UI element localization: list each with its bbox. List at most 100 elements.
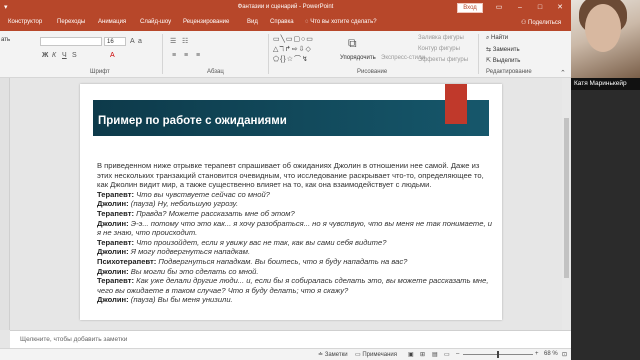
font-name-combo[interactable] xyxy=(40,37,102,46)
speaker-label: Терапевт: xyxy=(97,276,134,286)
dialogue-line: Психотерапевт: Подвергнуться нападкам. В… xyxy=(97,257,492,267)
replace-icon: ⇆ xyxy=(486,47,493,53)
ribbon-display-icon[interactable]: ▭ xyxy=(494,3,504,13)
shrink-font-icon[interactable]: a xyxy=(138,37,142,46)
notes-icon: ≐ xyxy=(318,352,325,358)
font-color-icon[interactable]: A xyxy=(110,51,115,60)
bold-icon[interactable]: Ж xyxy=(42,51,48,60)
scrollbar-thumb[interactable] xyxy=(564,118,569,278)
tab-design[interactable]: Конструктор xyxy=(8,19,42,25)
shape-outline-button[interactable]: Контур фигуры xyxy=(418,46,460,52)
shape-fill-button[interactable]: Заливка фигуры xyxy=(418,35,464,41)
zoom-slider-knob[interactable] xyxy=(497,351,499,358)
normal-view-icon[interactable]: ▣ xyxy=(408,351,414,358)
shape-effects-button[interactable]: Эффекты фигуры xyxy=(418,57,468,63)
person-icon: ⚇ xyxy=(521,20,529,26)
replace-button[interactable]: ⇆ Заменить xyxy=(486,46,520,53)
align-left-icon[interactable]: ≡ xyxy=(172,51,176,60)
grow-font-icon[interactable]: A xyxy=(130,37,135,46)
font-size-combo[interactable]: 16 xyxy=(104,37,126,46)
font-size-value: 16 xyxy=(107,39,114,45)
speech-text: Правда? Можете рассказать мне об этом? xyxy=(136,208,295,218)
speech-text: (пауза) Вы бы меня унизили. xyxy=(130,295,233,305)
speaker-label: Джолин: xyxy=(97,199,129,209)
replace-label: Заменить xyxy=(492,47,520,53)
align-right-icon[interactable]: ≡ xyxy=(196,51,200,60)
group-drawing-label: Рисование xyxy=(357,69,388,75)
find-button[interactable]: ⌕ Найти xyxy=(486,35,508,42)
speaker-label: Джолин: xyxy=(97,218,129,228)
close-icon[interactable]: ✕ xyxy=(555,3,565,13)
divider xyxy=(162,34,163,74)
collapse-ribbon-icon[interactable]: ⌃ xyxy=(560,69,566,78)
slide-sorter-icon[interactable]: ⊞ xyxy=(420,351,425,358)
slide-body[interactable]: В приведенном ниже отрывке терапевт спра… xyxy=(97,161,492,305)
dialogue-line: Терапевт: Правда? Можете рассказать мне … xyxy=(97,209,492,219)
speaker-label: Терапевт: xyxy=(97,237,134,247)
window-title: Фантазии и сценарий - PowerPoint xyxy=(237,4,334,10)
tell-me-text: Что вы хотите сделать? xyxy=(310,19,377,25)
zoom-level[interactable]: 68 % xyxy=(544,351,558,357)
select-label: Выделить xyxy=(492,58,521,64)
tab-help[interactable]: Справка xyxy=(270,19,294,25)
powerpoint-window: ▾ Фантазии и сценарий - PowerPoint Вход … xyxy=(0,0,571,360)
select-icon: ⇱ xyxy=(486,58,493,64)
align-center-icon[interactable]: ≡ xyxy=(184,51,188,60)
slideshow-view-icon[interactable]: ▭ xyxy=(444,351,450,358)
speech-text: Как уже делали другие люди... и, если бы… xyxy=(97,276,489,295)
dialogue-line: Джолин: (пауза) Вы бы меня унизили. xyxy=(97,295,492,305)
tab-slideshow[interactable]: Слайд-шоу xyxy=(140,19,171,25)
speaker-label: Терапевт: xyxy=(97,208,134,218)
zoom-out-icon[interactable]: – xyxy=(456,351,459,357)
minimize-icon[interactable]: – xyxy=(515,3,525,13)
maximize-icon[interactable]: □ xyxy=(535,3,545,13)
dialogue-line: Джолин: Э-э... потому что это как... я х… xyxy=(97,219,492,238)
login-button[interactable]: Вход xyxy=(457,3,483,13)
tab-review[interactable]: Рецензирование xyxy=(183,19,229,25)
select-button[interactable]: ⇱ Выделить xyxy=(486,57,520,64)
arrange-icon[interactable]: ⧉ xyxy=(348,37,357,49)
group-editing-label: Редактирование xyxy=(486,69,532,75)
strike-icon[interactable]: S xyxy=(72,51,77,60)
speech-text: Я могу подвергнуться нападкам. xyxy=(130,247,251,257)
intro-paragraph: В приведенном ниже отрывке терапевт спра… xyxy=(97,161,484,190)
video-side-panel xyxy=(571,90,640,360)
underline-icon[interactable]: Ч xyxy=(62,51,67,60)
italic-icon[interactable]: К xyxy=(52,51,56,60)
comments-toggle[interactable]: ▭ Примечания xyxy=(355,351,397,358)
title-bar: ▾ Фантазии и сценарий - PowerPoint Вход … xyxy=(0,0,571,16)
webcam-video xyxy=(571,0,640,78)
notes-toggle[interactable]: ≐ Заметки xyxy=(318,351,348,358)
divider xyxy=(478,34,479,74)
reading-view-icon[interactable]: ▤ xyxy=(432,351,438,358)
bullets-icon[interactable]: ☰ xyxy=(170,37,176,46)
share-label: Поделиться xyxy=(528,20,562,26)
tab-transitions[interactable]: Переходы xyxy=(57,19,85,25)
ribbon: ать 16 A a Ж К Ч S A Шрифт ☰ ☷ ≡ ≡ ≡ Абз… xyxy=(0,31,571,78)
speech-text: Подвергнуться нападкам. Вы боитесь, что … xyxy=(158,256,408,266)
speaker-label: Джолин: xyxy=(97,266,129,276)
slide-thumbnail-strip[interactable] xyxy=(0,78,10,330)
tab-view[interactable]: Вид xyxy=(247,19,258,25)
numbering-icon[interactable]: ☷ xyxy=(182,37,188,46)
comments-toggle-label: Примечания xyxy=(362,352,397,358)
tell-me-box[interactable]: ◌ Что вы хотите сделать? xyxy=(305,19,377,25)
zoom-in-icon[interactable]: + xyxy=(535,351,539,357)
fit-slide-icon[interactable]: ⊡ xyxy=(562,351,567,358)
tab-animations[interactable]: Анимация xyxy=(98,19,126,25)
paste-label[interactable]: ать xyxy=(1,37,10,43)
slide-canvas[interactable]: Пример по работе с ожиданиями В приведен… xyxy=(80,84,502,320)
notes-placeholder: Щелкните, чтобы добавить заметки xyxy=(20,336,128,343)
dialogue-line: Терапевт: Как уже делали другие люди... … xyxy=(97,276,492,295)
dialogue-list: Терапевт: Что вы чувствуете сейчас со мн… xyxy=(97,190,492,305)
dialogue-line: Джолин: Вы могли бы это сделать со мной. xyxy=(97,267,492,277)
find-label: Найти xyxy=(491,35,509,41)
slide-title[interactable]: Пример по работе с ожиданиями xyxy=(98,115,287,127)
ribbon-tabs: Конструктор Переходы Анимация Слайд-шоу … xyxy=(0,16,571,31)
vertical-scrollbar[interactable] xyxy=(562,78,571,330)
share-button[interactable]: ⚇ Поделиться xyxy=(521,19,561,26)
notes-pane[interactable]: Щелкните, чтобы добавить заметки xyxy=(10,330,571,348)
arrange-button[interactable]: Упорядочить xyxy=(340,55,376,61)
shapes-gallery[interactable]: ▭╲▭▢○▭ △ℸ↱⇨⇩◇ ⬠{}☆⌒↯ xyxy=(273,35,335,65)
speaker-label: Джолин: xyxy=(97,247,129,257)
